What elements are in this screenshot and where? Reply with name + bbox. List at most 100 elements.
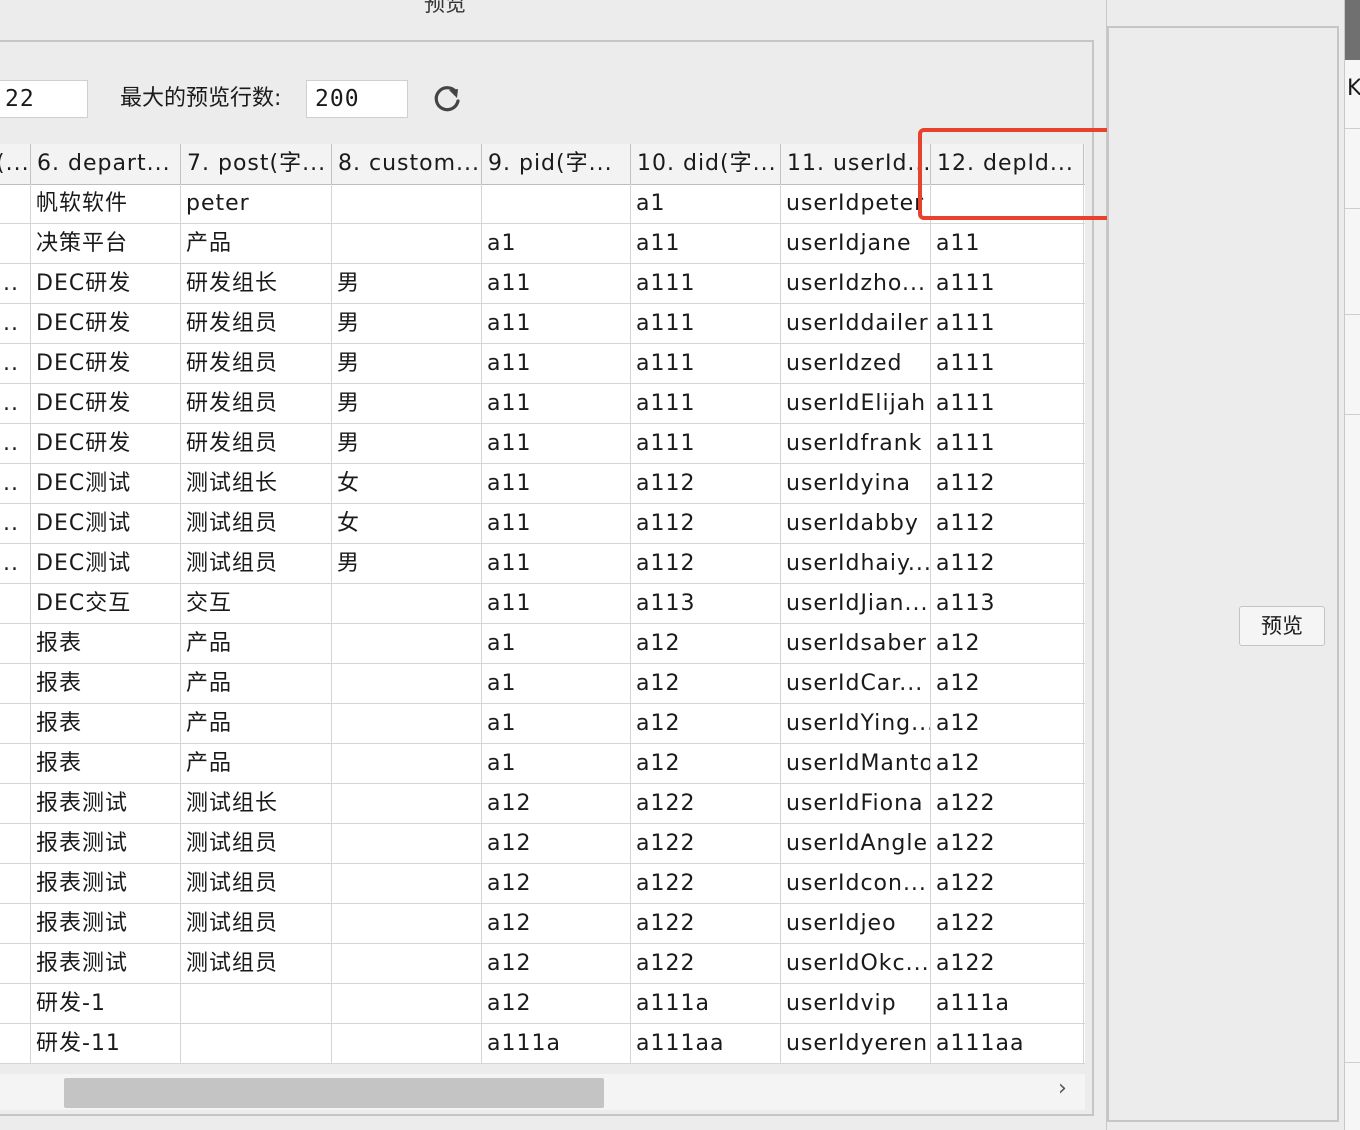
table-cell[interactable]	[0, 784, 31, 823]
table-cell[interactable]: userIdFiona	[781, 784, 931, 823]
preview-table[interactable]: (...6. depart...7. post(字...8. custom...…	[0, 144, 1085, 1064]
table-cell[interactable]: 测试组长	[181, 784, 332, 823]
table-cell[interactable]: a111	[931, 264, 1084, 303]
table-cell[interactable]: a11	[482, 344, 631, 383]
table-cell[interactable]	[332, 824, 482, 863]
table-row[interactable]: 报表 产品 a1 a12 userIdManto a12	[0, 744, 1085, 784]
table-cell[interactable]: a12	[482, 904, 631, 943]
table-cell[interactable]: 产品	[181, 744, 332, 783]
table-cell[interactable]: a12	[931, 664, 1084, 703]
table-cell[interactable]	[332, 584, 482, 623]
table-cell[interactable]	[0, 984, 31, 1023]
table-cell[interactable]	[332, 1024, 482, 1063]
table-cell[interactable]: DEC测试	[31, 464, 181, 503]
table-cell[interactable]: 报表测试	[31, 824, 181, 863]
table-cell[interactable]: a12	[931, 624, 1084, 663]
table-cell[interactable]: 测试组员	[181, 824, 332, 863]
table-cell[interactable]	[332, 784, 482, 823]
table-cell[interactable]: a12	[631, 624, 781, 663]
table-cell[interactable]	[0, 864, 31, 903]
table-cell[interactable]: a122	[931, 864, 1084, 903]
table-cell[interactable]: 女	[332, 504, 482, 543]
table-cell[interactable]: 决策平台	[31, 224, 181, 263]
table-cell[interactable]: 男	[332, 264, 482, 303]
table-cell[interactable]: a111	[931, 384, 1084, 423]
table-cell[interactable]: a12	[931, 704, 1084, 743]
table-cell[interactable]	[0, 1024, 31, 1063]
table-cell[interactable]: DEC研发	[31, 304, 181, 343]
table-cell[interactable]: 测试组员	[181, 904, 332, 943]
table-cell[interactable]: a1	[482, 744, 631, 783]
table-cell[interactable]: 测试组员	[181, 864, 332, 903]
table-cell[interactable]: userIdCar...	[781, 664, 931, 703]
table-cell[interactable]: a111aa	[931, 1024, 1084, 1063]
table-cell[interactable]: 研发组员	[181, 344, 332, 383]
table-row[interactable]: 报表测试 测试组长 a12 a122 userIdFiona a122	[0, 784, 1085, 824]
table-cell[interactable]: DEC测试	[31, 504, 181, 543]
table-cell[interactable]: a111a	[482, 1024, 631, 1063]
table-cell[interactable]: userIdElijah	[781, 384, 931, 423]
table-cell[interactable]	[0, 664, 31, 703]
horizontal-scrollbar[interactable]: ›	[0, 1074, 1085, 1110]
table-cell[interactable]: DEC研发	[31, 424, 181, 463]
table-cell[interactable]: DEC测试	[31, 544, 181, 583]
table-cell[interactable]: userIdcon...	[781, 864, 931, 903]
table-cell[interactable]: a11	[482, 464, 631, 503]
table-cell[interactable]: 研发组员	[181, 424, 332, 463]
table-row[interactable]: DEC交互 交互 a11 a113 userIdJian... a113	[0, 584, 1085, 624]
column-header[interactable]: (...	[0, 144, 31, 184]
table-cell[interactable]: a112	[931, 544, 1084, 583]
table-row[interactable]: 报表 产品 a1 a12 userIdYing... a12	[0, 704, 1085, 744]
table-row[interactable]: ...DEC测试测试组员女a11a112userIdabbya112	[0, 504, 1085, 544]
table-cell[interactable]: userIdAngle	[781, 824, 931, 863]
table-cell[interactable]: a111	[631, 344, 781, 383]
table-cell[interactable]: ...	[0, 344, 31, 383]
table-cell[interactable]: DEC研发	[31, 384, 181, 423]
table-cell[interactable]: 测试组员	[181, 504, 332, 543]
table-cell[interactable]: 男	[332, 304, 482, 343]
table-cell[interactable]: peter	[181, 184, 332, 223]
table-cell[interactable]: a122	[931, 944, 1084, 983]
column-header[interactable]: 11. userId...	[781, 144, 931, 184]
table-cell[interactable]: a11	[482, 384, 631, 423]
table-cell[interactable]: 测试组长	[181, 464, 332, 503]
table-cell[interactable]: 报表测试	[31, 784, 181, 823]
table-cell[interactable]: userIdzho...	[781, 264, 931, 303]
table-cell[interactable]: a12	[482, 984, 631, 1023]
table-row[interactable]: 报表测试 测试组员 a12 a122 userIdOkc... a122	[0, 944, 1085, 984]
table-row[interactable]: 报表 产品 a1 a12 userIdCar... a12	[0, 664, 1085, 704]
table-cell[interactable]	[332, 624, 482, 663]
table-cell[interactable]	[332, 184, 482, 223]
table-cell[interactable]: a12	[482, 824, 631, 863]
table-cell[interactable]: a111a	[931, 984, 1084, 1023]
scrollbar-thumb[interactable]	[64, 1078, 604, 1108]
table-cell[interactable]: 报表	[31, 624, 181, 663]
table-cell[interactable]: a112	[631, 504, 781, 543]
table-cell[interactable]: a122	[631, 864, 781, 903]
table-cell[interactable]: 测试组员	[181, 944, 332, 983]
table-cell[interactable]: 研发-11	[31, 1024, 181, 1063]
table-cell[interactable]: 产品	[181, 704, 332, 743]
table-row[interactable]: ...DEC研发研发组长男a11a111userIdzho...a111	[0, 264, 1085, 304]
table-cell[interactable]: a1	[482, 224, 631, 263]
table-cell[interactable]: userIdjane	[781, 224, 931, 263]
table-cell[interactable]: userIdyina	[781, 464, 931, 503]
table-cell[interactable]: userIdfrank	[781, 424, 931, 463]
table-cell[interactable]: 产品	[181, 664, 332, 703]
table-cell[interactable]: 研发-1	[31, 984, 181, 1023]
table-cell[interactable]: 报表	[31, 704, 181, 743]
table-cell[interactable]	[0, 184, 31, 223]
table-cell[interactable]: ...	[0, 304, 31, 343]
table-cell[interactable]: 报表测试	[31, 944, 181, 983]
table-cell[interactable]: 产品	[181, 624, 332, 663]
table-cell[interactable]	[0, 584, 31, 623]
table-row[interactable]: ...DEC研发研发组员男a11a111userIdfranka111	[0, 424, 1085, 464]
table-cell[interactable]: a122	[631, 824, 781, 863]
table-cell[interactable]: 报表测试	[31, 904, 181, 943]
table-cell[interactable]: a111	[931, 304, 1084, 343]
table-cell[interactable]: userIdManto	[781, 744, 931, 783]
table-cell[interactable]: a1	[631, 184, 781, 223]
table-cell[interactable]	[332, 904, 482, 943]
table-row[interactable]: 报表测试 测试组员 a12 a122 userIdjeo a122	[0, 904, 1085, 944]
column-header[interactable]: 7. post(字...	[181, 144, 332, 184]
